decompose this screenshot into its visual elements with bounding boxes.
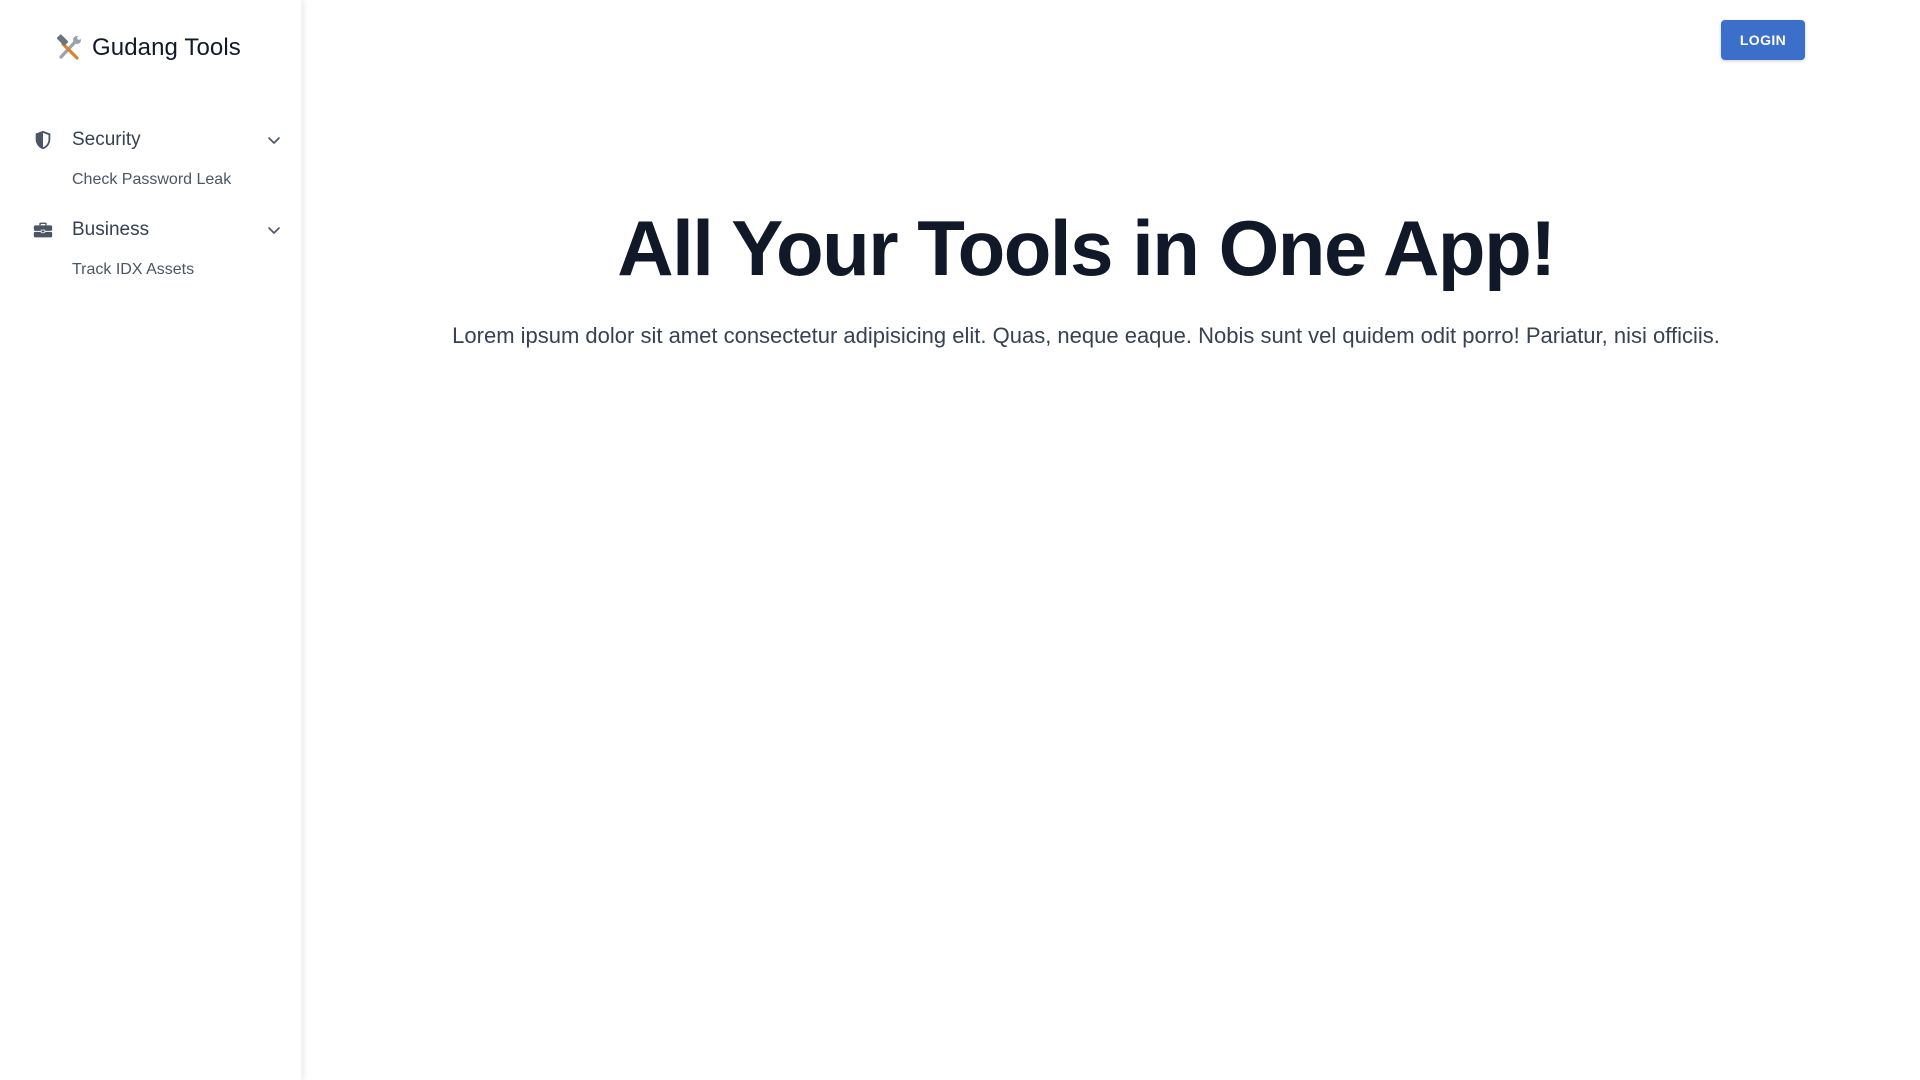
login-button[interactable]: LOGIN [1721,20,1805,60]
chevron-down-icon [266,222,282,238]
nav-group-label: Business [72,219,150,240]
hammer-and-wrench-icon [54,33,84,63]
hero-title: All Your Tools in One App! [617,204,1556,292]
sidebar-item-track-idx-assets[interactable]: Track IDX Assets [0,250,302,290]
app-root: Gudang Tools Security Check Password Lea… [0,0,1920,1080]
nav-group-business: Business Track IDX Assets [0,210,302,290]
sidebar-nav: Security Check Password Leak Business Tr… [0,120,302,300]
sidebar: Gudang Tools Security Check Password Lea… [0,0,302,1080]
brand[interactable]: Gudang Tools [54,30,241,66]
sidebar-item-check-password-leak[interactable]: Check Password Leak [0,160,302,200]
nav-group-label: Security [72,129,141,150]
nav-group-header-security[interactable]: Security [0,120,302,160]
briefcase-icon [32,219,54,241]
chevron-down-icon [266,132,282,148]
nav-group-security: Security Check Password Leak [0,120,302,200]
nav-group-header-business[interactable]: Business [0,210,302,250]
hero-subtitle: Lorem ipsum dolor sit amet consectetur a… [452,323,1720,348]
hero-section: All Your Tools in One App! Lorem ipsum d… [302,200,1870,352]
shield-icon [32,129,54,151]
app-name: Gudang Tools [92,34,241,61]
